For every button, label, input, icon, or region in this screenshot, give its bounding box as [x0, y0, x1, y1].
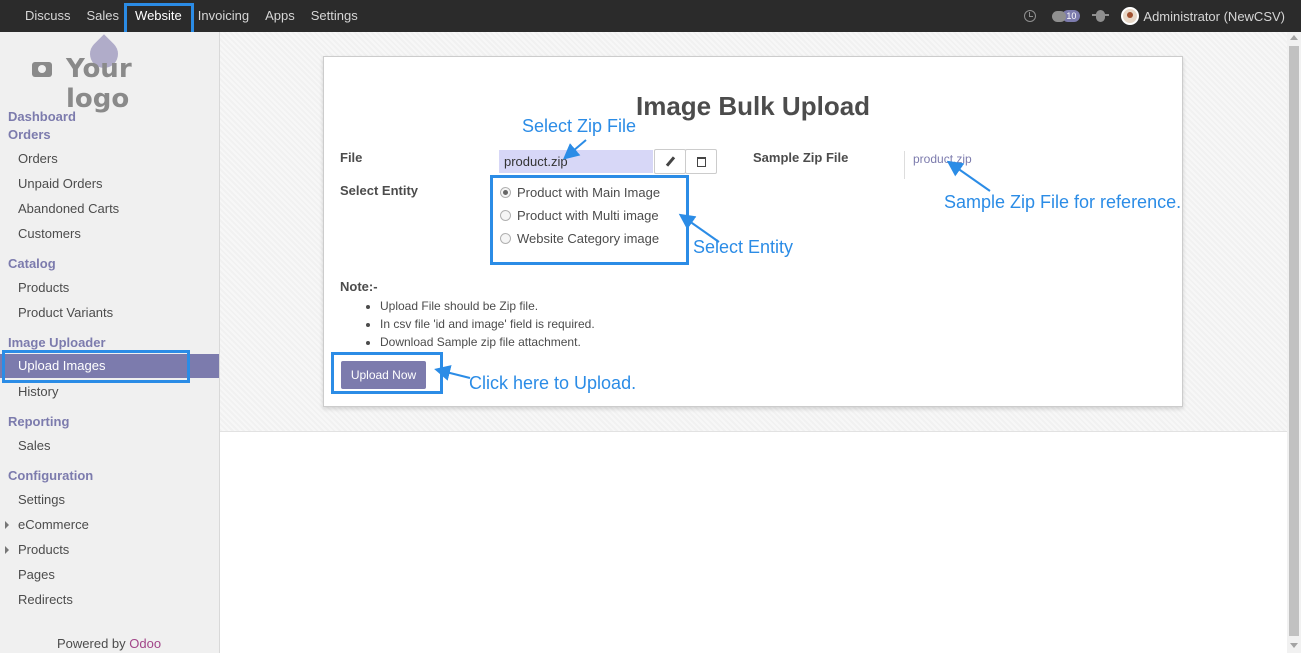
menu-invoicing[interactable]: Invoicing [190, 0, 257, 32]
callout-select-entity: Select Entity [693, 237, 794, 257]
note-item: In csv file 'id and image' field is requ… [380, 315, 595, 333]
entity-highlight [490, 175, 689, 265]
scroll-up-icon[interactable] [1290, 35, 1298, 40]
clock-icon [1024, 10, 1037, 22]
sidebar-section-reporting: Reporting [8, 414, 70, 429]
sidebar-item-customers[interactable]: Customers [18, 226, 81, 241]
page-title: Image Bulk Upload [636, 91, 871, 121]
logo-text: Your logo [66, 54, 132, 114]
user-menu[interactable]: Administrator (NewCSV) [1121, 7, 1285, 25]
vertical-scrollbar[interactable] [1287, 32, 1301, 653]
sidebar-section-image-uploader: Image Uploader [8, 335, 106, 350]
odoo-link[interactable]: Odoo [129, 636, 161, 651]
callout-click-upload: Click here to Upload. [469, 373, 637, 393]
menu-apps[interactable]: Apps [257, 0, 303, 32]
menu-settings[interactable]: Settings [303, 0, 366, 32]
form-sheet: Image Bulk Upload File product.zip Sampl… [323, 56, 1183, 407]
select-entity-label: Select Entity [340, 183, 419, 198]
edit-file-button[interactable] [654, 149, 686, 174]
messages-button[interactable]: 10 [1052, 10, 1081, 22]
sidebar-item-reporting-sales[interactable]: Sales [18, 438, 51, 453]
scroll-thumb[interactable] [1289, 46, 1299, 636]
sidebar-item-redirects[interactable]: Redirects [18, 592, 73, 607]
bug-icon [1092, 10, 1110, 22]
sidebar-item-product-variants[interactable]: Product Variants [18, 305, 113, 320]
caret-right-icon [5, 521, 9, 529]
pencil-icon [665, 156, 675, 167]
sidebar-section-dashboard[interactable]: Dashboard [8, 109, 76, 124]
systray: 10 Administrator (NewCSV) [1016, 0, 1293, 32]
sidebar: Your logo Dashboard Orders Orders Unpaid… [0, 32, 220, 653]
powered-by-text: Powered by [57, 636, 130, 651]
sidebar-section-catalog: Catalog [8, 256, 56, 271]
avatar [1121, 7, 1140, 25]
sidebar-item-config-products[interactable]: Products [18, 542, 69, 557]
upload-button-highlight [331, 352, 443, 394]
sample-zip-label: Sample Zip File [753, 150, 849, 165]
sidebar-item-ecommerce[interactable]: eCommerce [18, 517, 89, 532]
sidebar-item-pages[interactable]: Pages [18, 567, 55, 582]
sidebar-item-settings[interactable]: Settings [18, 492, 65, 507]
sample-zip-link[interactable]: product.zip [904, 151, 972, 179]
activity-button[interactable] [1024, 10, 1037, 22]
sidebar-item-unpaid-orders[interactable]: Unpaid Orders [18, 176, 103, 191]
file-input[interactable]: product.zip [499, 150, 653, 173]
debug-button[interactable] [1092, 10, 1110, 22]
user-name: Administrator (NewCSV) [1143, 8, 1285, 24]
callout-sample-ref: Sample Zip File for reference. [944, 192, 1182, 212]
note-item: Download Sample zip file attachment. [380, 333, 595, 351]
callout-select-zip: Select Zip File [522, 116, 637, 136]
sidebar-section-orders: Orders [8, 127, 51, 142]
trash-icon [696, 156, 706, 167]
clear-file-button[interactable] [685, 149, 717, 174]
note-list: Upload File should be Zip file. In csv f… [380, 297, 595, 351]
top-navbar: Discuss Sales Website Invoicing Apps Set… [0, 0, 1301, 32]
file-label: File [340, 150, 363, 165]
menu-sales[interactable]: Sales [79, 0, 128, 32]
company-logo[interactable]: Your logo [28, 34, 198, 114]
sidebar-item-orders[interactable]: Orders [18, 151, 58, 166]
sidebar-item-abandoned-carts[interactable]: Abandoned Carts [18, 201, 119, 216]
note-label: Note:- [340, 279, 378, 294]
note-item: Upload File should be Zip file. [380, 297, 595, 315]
chat-icon [1052, 10, 1067, 22]
camera-icon [32, 62, 52, 77]
scroll-down-icon[interactable] [1290, 643, 1298, 648]
upload-images-highlight [2, 350, 190, 383]
sidebar-item-history[interactable]: History [18, 384, 58, 399]
caret-right-icon [5, 546, 9, 554]
sidebar-section-configuration: Configuration [8, 468, 94, 483]
powered-by: Powered by Odoo [57, 636, 161, 651]
menu-discuss[interactable]: Discuss [17, 0, 79, 32]
sidebar-item-products[interactable]: Products [18, 280, 69, 295]
